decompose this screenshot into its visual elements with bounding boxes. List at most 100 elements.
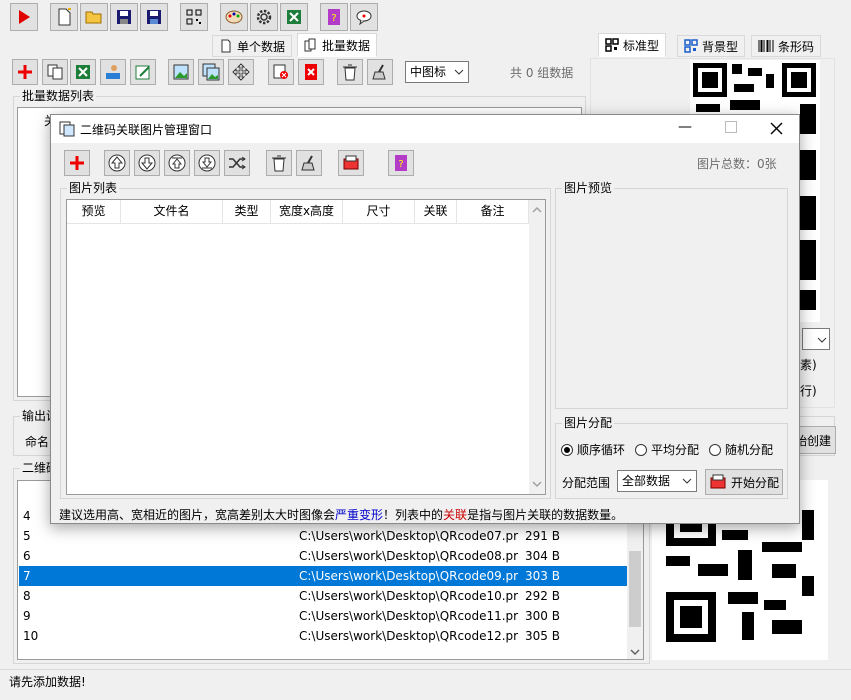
scroll-thumb[interactable] [629, 551, 641, 627]
preview-size-select[interactable] [802, 328, 830, 350]
tab-batch-label: 批量数据 [322, 38, 371, 53]
row-number: 4 [23, 509, 31, 523]
range-label: 分配范围 [562, 476, 611, 490]
import-excel-button[interactable] [70, 59, 96, 85]
move-down-button[interactable] [134, 150, 160, 176]
note-deform: 严重变形 [335, 508, 384, 522]
table-row[interactable]: 8 C:\Users\work\Desktop\QRcode10.pr 292 B [19, 586, 627, 606]
image-icon [173, 64, 189, 80]
delete-file-button[interactable] [298, 59, 324, 85]
add-button[interactable] [12, 59, 38, 85]
copy-button[interactable] [42, 59, 68, 85]
shuffle-button[interactable] [224, 150, 250, 176]
distribution-radio[interactable]: 平均分配 [635, 441, 699, 458]
barcode-icon [758, 40, 774, 52]
scroll-down-icon[interactable] [630, 647, 640, 657]
clear-button[interactable] [367, 59, 393, 85]
dialog-titlebar: 二维码关联图片管理窗口 — [51, 115, 799, 143]
image-list-scrollbar[interactable] [529, 200, 545, 494]
gear-icon [256, 9, 272, 25]
note-part5: 是指与图片关联的数据数量。 [467, 508, 624, 522]
view-mode-select[interactable]: 中图标 [405, 61, 469, 83]
image-list[interactable]: 预览 文件名 类型 宽度x高度 尺寸 关联 备注 [66, 199, 546, 495]
range-value: 全部数据 [622, 474, 671, 488]
broom-icon [301, 155, 315, 171]
chat-button[interactable] [350, 3, 378, 31]
radio-circle [709, 443, 722, 456]
tab-standard-label: 标准型 [623, 38, 660, 53]
barcode-scan-button[interactable] [180, 3, 208, 31]
distribute-icon [710, 474, 726, 489]
dialog-clear-button[interactable] [296, 150, 322, 176]
status-text: 请先添加数据! [9, 675, 86, 689]
arrow-down-icon [138, 154, 156, 172]
tab-standard[interactable]: 标准型 [598, 33, 667, 57]
column-header[interactable]: 宽度x高度 [271, 200, 343, 223]
column-header[interactable]: 尺寸 [343, 200, 415, 223]
table-row[interactable]: 7 C:\Users\work\Desktop\QRcode09.pr 303 B [19, 566, 627, 586]
open-button[interactable] [80, 3, 108, 31]
image-preview-title: 图片预览 [562, 181, 615, 195]
radio-label: 随机分配 [725, 443, 774, 457]
move-button[interactable] [228, 59, 254, 85]
qr-color-icon [684, 39, 698, 53]
scroll-down-icon[interactable] [532, 479, 542, 489]
delete-image-button[interactable] [268, 59, 294, 85]
column-header[interactable]: 关联 [415, 200, 457, 223]
new-file-button[interactable] [50, 3, 78, 31]
distribution-radio[interactable]: 随机分配 [709, 441, 773, 458]
images-button[interactable] [198, 59, 224, 85]
trash-button[interactable] [337, 59, 363, 85]
tab-barcode-label: 条形码 [778, 39, 815, 54]
distribution-radio[interactable]: 顺序循环 [561, 441, 625, 458]
window-icon [59, 121, 75, 137]
column-header[interactable]: 预览 [67, 200, 121, 223]
column-header[interactable]: 类型 [223, 200, 271, 223]
edit-button[interactable] [130, 59, 156, 85]
tab-background[interactable]: 背景型 [677, 35, 746, 57]
move-bottom-button[interactable] [194, 150, 220, 176]
dialog-add-button[interactable] [64, 150, 90, 176]
help-book-icon: ? [328, 9, 340, 25]
row-number: 7 [23, 569, 31, 583]
row-number: 5 [23, 529, 31, 543]
style-button[interactable] [220, 3, 248, 31]
trash-icon [272, 155, 286, 172]
table-row[interactable]: 5 C:\Users\work\Desktop\QRcode07.pr 291 B [19, 526, 627, 546]
import-db-button[interactable] [100, 59, 126, 85]
image-button[interactable] [168, 59, 194, 85]
dialog-delete-button[interactable] [266, 150, 292, 176]
excel-button[interactable] [280, 3, 308, 31]
help-button[interactable]: ? [320, 3, 348, 31]
dialog-export-button[interactable] [338, 150, 364, 176]
column-header[interactable]: 文件名 [121, 200, 223, 223]
save-as-button[interactable] [140, 3, 168, 31]
save-button[interactable] [110, 3, 138, 31]
table-row[interactable]: 6 C:\Users\work\Desktop\QRcode08.pr 304 B [19, 546, 627, 566]
group-count: 共 0 组数据 [510, 66, 574, 80]
tab-single-data[interactable]: 单个数据 [212, 35, 293, 57]
table-row[interactable]: 9 C:\Users\work\Desktop\QRcode11.pr 300 B [19, 606, 627, 626]
close-icon[interactable] [770, 122, 783, 135]
start-create-label: 始创建 [794, 433, 831, 448]
run-button[interactable] [10, 3, 38, 31]
settings-button[interactable] [250, 3, 278, 31]
column-header[interactable]: 备注 [457, 200, 529, 223]
start-distribute-button[interactable]: 开始分配 [705, 469, 783, 495]
document-icon [221, 39, 231, 53]
minimize-button[interactable]: — [678, 119, 692, 137]
move-up-button[interactable] [104, 150, 130, 176]
move-top-button[interactable] [164, 150, 190, 176]
row-path: C:\Users\work\Desktop\QRcode10.pr [299, 589, 519, 603]
row-size: 292 B [525, 589, 560, 603]
arrow-bottom-icon [198, 154, 216, 172]
tab-batch-data[interactable]: 批量数据 [297, 33, 378, 57]
range-select[interactable]: 全部数据 [617, 470, 697, 492]
dialog-help-button[interactable]: ? [388, 150, 414, 176]
tab-barcode[interactable]: 条形码 [751, 35, 822, 57]
scroll-up-icon[interactable] [532, 205, 542, 215]
copy-icon [47, 64, 63, 80]
row-size: 305 B [525, 629, 560, 643]
table-row[interactable]: 10 C:\Users\work\Desktop\QRcode12.pr 305 B [19, 626, 627, 646]
open-folder-icon [85, 11, 102, 24]
